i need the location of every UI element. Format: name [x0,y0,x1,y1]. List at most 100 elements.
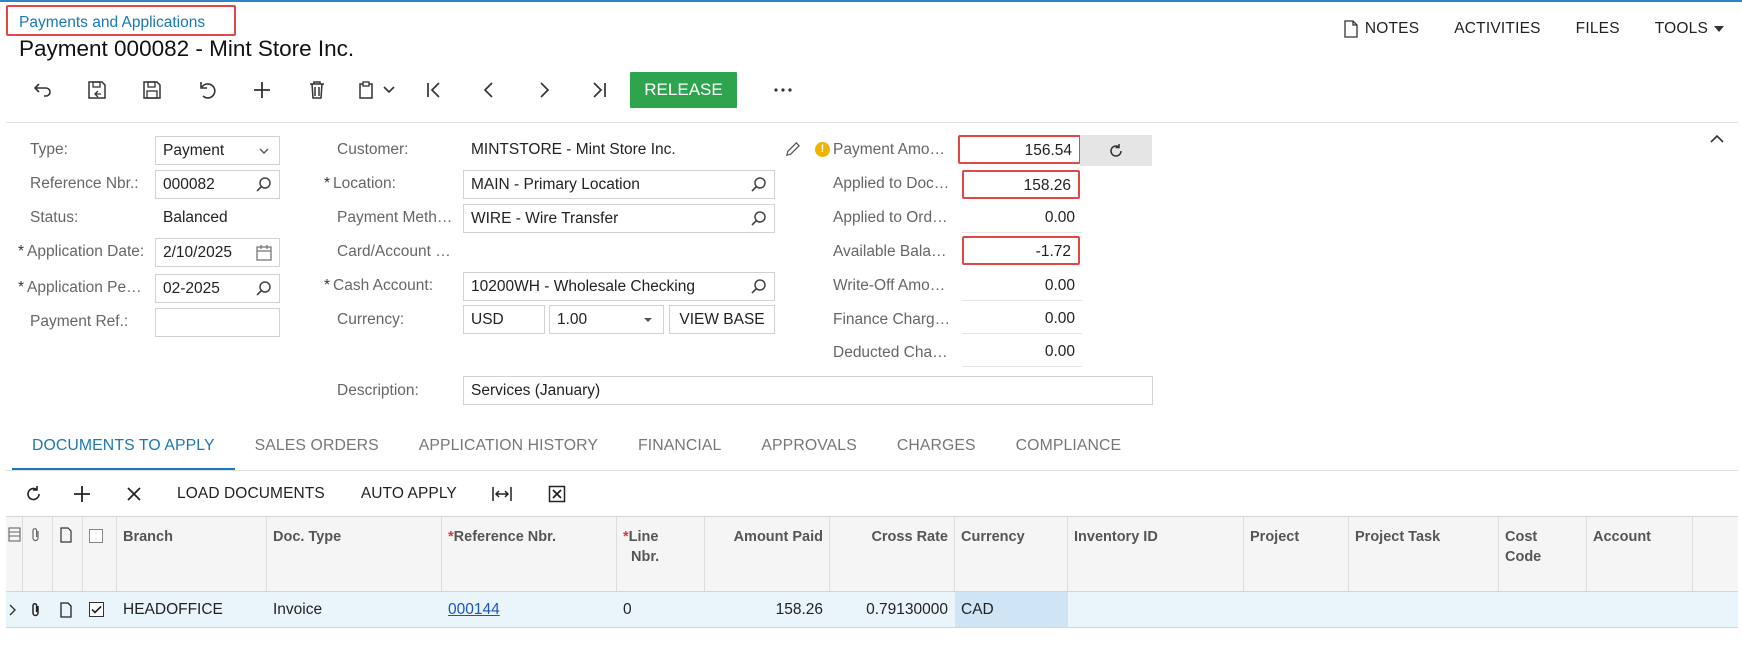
save-and-close-button[interactable] [69,72,124,108]
cost-code-header[interactable]: Cost Code [1499,517,1587,591]
breadcrumb[interactable]: Payments and Applications [6,5,236,36]
tab-approvals[interactable]: APPROVALS [741,428,876,471]
revert-icon [199,82,216,99]
project-task-header[interactable]: Project Task [1349,517,1499,591]
tab-charges[interactable]: CHARGES [877,428,996,471]
release-button[interactable]: RELEASE [630,72,737,108]
grid-delete-row-button[interactable] [109,476,159,512]
linenbr-header[interactable]: *Line Nbr. [617,517,705,591]
row-notes-cell[interactable] [53,592,83,627]
tab-application-history[interactable]: APPLICATION HISTORY [399,428,618,471]
delete-button[interactable] [289,72,344,108]
pencil-icon[interactable] [784,141,801,158]
chevron-down-icon [383,86,395,94]
select-all-header[interactable] [83,517,117,591]
type-select[interactable]: Payment [155,136,280,165]
location-input[interactable]: MAIN - Primary Location [463,170,775,199]
account-cell[interactable] [1587,592,1693,627]
files-button[interactable]: FILES [1576,20,1620,38]
project-header[interactable]: Project [1244,517,1349,591]
cost-code-cell[interactable] [1499,592,1587,627]
payref-input[interactable] [155,308,280,337]
add-button[interactable] [234,72,289,108]
first-record-button[interactable] [406,72,461,108]
cross-rate-header[interactable]: Cross Rate [830,517,955,591]
row-select-cell[interactable] [83,592,117,627]
last-record-button[interactable] [571,72,626,108]
activities-button[interactable]: ACTIVITIES [1454,20,1540,38]
excel-icon [549,485,566,503]
customer-value[interactable]: MINTSTORE - Mint Store Inc. [471,141,676,159]
location-label: * Location: [324,175,396,192]
tab-compliance[interactable]: COMPLIANCE [996,428,1141,471]
project-cell[interactable] [1244,592,1349,627]
appdate-input[interactable]: 2/10/2025 [155,238,280,267]
inventory-id-header[interactable]: Inventory ID [1068,517,1244,591]
cash-account-label: * Cash Account: [324,277,433,294]
appperiod-input[interactable]: 02-2025 [155,274,280,303]
grid-refresh-button[interactable] [14,476,54,512]
copy-paste-button[interactable] [344,72,406,108]
type-label: Type: [30,141,68,158]
back-button[interactable] [14,72,69,108]
location-value: MAIN - Primary Location [471,176,640,193]
row-selector-header[interactable] [6,517,23,591]
cross-rate-cell[interactable]: 0.79130000 [830,592,955,627]
refnbr-link[interactable]: 000144 [442,592,617,627]
row-attachment-cell[interactable] [23,592,53,627]
writeoff-value: 0.00 [962,272,1082,301]
paperclip-icon [32,528,39,542]
currency-cell[interactable]: CAD [955,592,1068,627]
inventory-id-cell[interactable] [1068,592,1244,627]
doctype-header[interactable]: Doc. Type [267,517,442,591]
search-icon [751,177,766,192]
project-task-cell[interactable] [1349,592,1499,627]
tab-sales-orders[interactable]: SALES ORDERS [235,428,399,471]
deducted-charges-label: Deducted Cha… [833,344,948,361]
tools-label: TOOLS [1654,20,1708,37]
notes-button[interactable]: NOTES [1343,20,1419,38]
row-checkbox[interactable] [89,602,104,617]
rate-select[interactable]: 1.00 [549,305,664,334]
chevron-up-icon[interactable] [1709,131,1725,147]
save-button[interactable] [124,72,179,108]
chevron-down-icon [259,148,269,154]
cancel-button[interactable] [179,72,234,108]
tab-financial[interactable]: FINANCIAL [618,428,741,471]
grid-add-row-button[interactable] [54,476,109,512]
account-header[interactable]: Account [1587,517,1693,591]
refresh-icon [27,486,40,501]
refresh-amount-button[interactable] [1080,135,1152,166]
export-excel-button[interactable] [530,476,585,512]
branch-header[interactable]: Branch [117,517,267,591]
auto-apply-button[interactable]: AUTO APPLY [343,476,475,512]
branch-cell[interactable]: HEADOFFICE [117,592,267,627]
fit-columns-button[interactable] [475,476,530,512]
refnbr-input[interactable]: 000082 [155,170,280,199]
linenbr-cell[interactable]: 0 [617,592,705,627]
amount-paid-header[interactable]: Amount Paid [705,517,830,591]
table-row[interactable]: HEADOFFICE Invoice 000144 0 158.26 0.791… [6,592,1738,628]
paymethod-input[interactable]: WIRE - Wire Transfer [463,204,775,233]
cash-account-input[interactable]: 10200WH - Wholesale Checking [463,272,775,301]
select-all-checkbox[interactable] [89,529,103,543]
row-expander[interactable] [6,592,23,627]
currency-header[interactable]: Currency [955,517,1068,591]
load-documents-button[interactable]: LOAD DOCUMENTS [159,476,343,512]
previous-record-button[interactable] [461,72,516,108]
description-input[interactable]: Services (January) [463,376,1153,405]
applied-doc-value: 158.26 [962,170,1080,199]
tab-documents-to-apply[interactable]: DOCUMENTS TO APPLY [12,428,235,471]
view-base-button[interactable]: VIEW BASE [669,305,775,334]
more-button[interactable] [755,72,810,108]
tools-button[interactable]: TOOLS [1655,20,1724,38]
next-record-button[interactable] [516,72,571,108]
amount-paid-cell[interactable]: 158.26 [705,592,830,627]
undo-arrow-icon [33,83,51,97]
payment-amount-input[interactable]: 156.54 [958,135,1081,164]
plus-icon [73,486,90,502]
currency-input[interactable]: USD [463,305,545,334]
clipboard-icon [359,81,373,99]
doctype-cell[interactable]: Invoice [267,592,442,627]
refnbr-header[interactable]: *Reference Nbr. [442,517,617,591]
